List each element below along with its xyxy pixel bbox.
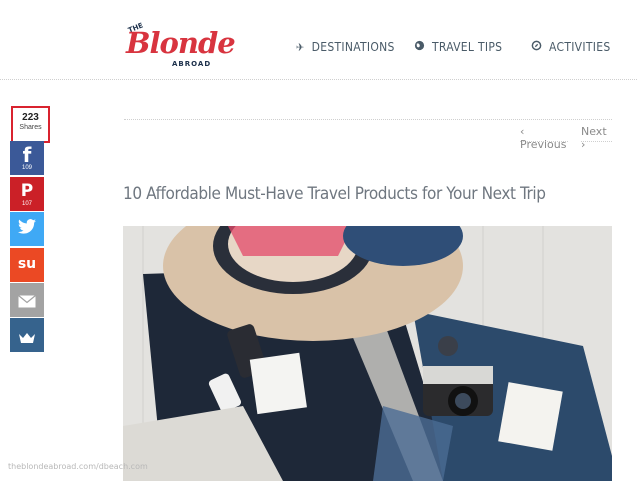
compass-icon	[531, 40, 542, 54]
twitter-share-button[interactable]	[10, 212, 44, 246]
nav-activities-label: ACTIVITIES	[549, 40, 611, 54]
header-divider	[0, 79, 637, 80]
share-count-label: Shares	[19, 124, 42, 131]
post-title[interactable]: 10 Affordable Must-Have Travel Products …	[123, 184, 583, 204]
email-share-button[interactable]	[10, 283, 44, 317]
facebook-share-count: 109	[21, 165, 32, 171]
site-logo[interactable]: THE Blonde ABROAD	[122, 18, 236, 76]
share-count: 223	[22, 112, 39, 123]
hero-image	[123, 226, 612, 481]
email-icon	[10, 283, 44, 314]
logo-abroad: ABROAD	[172, 60, 212, 68]
watermark: theblondeabroad.com/dbeach.com	[8, 462, 148, 471]
nav-destinations[interactable]: ✈ DESTINATIONS	[296, 38, 395, 56]
facebook-icon: f	[22, 143, 32, 167]
stumbleupon-share-button[interactable]: su	[10, 248, 44, 282]
crown-icon	[10, 318, 44, 350]
nav-destinations-label: DESTINATIONS	[311, 40, 395, 54]
twitter-icon	[10, 212, 44, 240]
pinterest-share-button[interactable]: P 107	[10, 177, 44, 211]
next-post-link[interactable]: Next ›	[581, 125, 612, 151]
previous-post-link[interactable]: ‹ Previous	[520, 125, 568, 151]
logo-blonde: Blonde	[126, 26, 236, 60]
nav-travel-tips[interactable]: TRAVEL TIPS	[414, 38, 502, 56]
pinterest-share-count: 107	[21, 201, 32, 207]
crown-share-button[interactable]	[10, 318, 44, 352]
facebook-share-button[interactable]: f 109	[10, 141, 44, 175]
nav-travel-tips-label: TRAVEL TIPS	[432, 40, 503, 54]
pinterest-icon: P	[20, 181, 34, 201]
nav-activities[interactable]: ACTIVITIES	[531, 38, 611, 56]
plane-icon: ✈	[296, 40, 305, 54]
globe-icon	[414, 40, 425, 54]
stumbleupon-icon: su	[17, 256, 37, 272]
content-divider	[124, 119, 612, 120]
share-count-box: 223 Shares	[11, 106, 50, 143]
